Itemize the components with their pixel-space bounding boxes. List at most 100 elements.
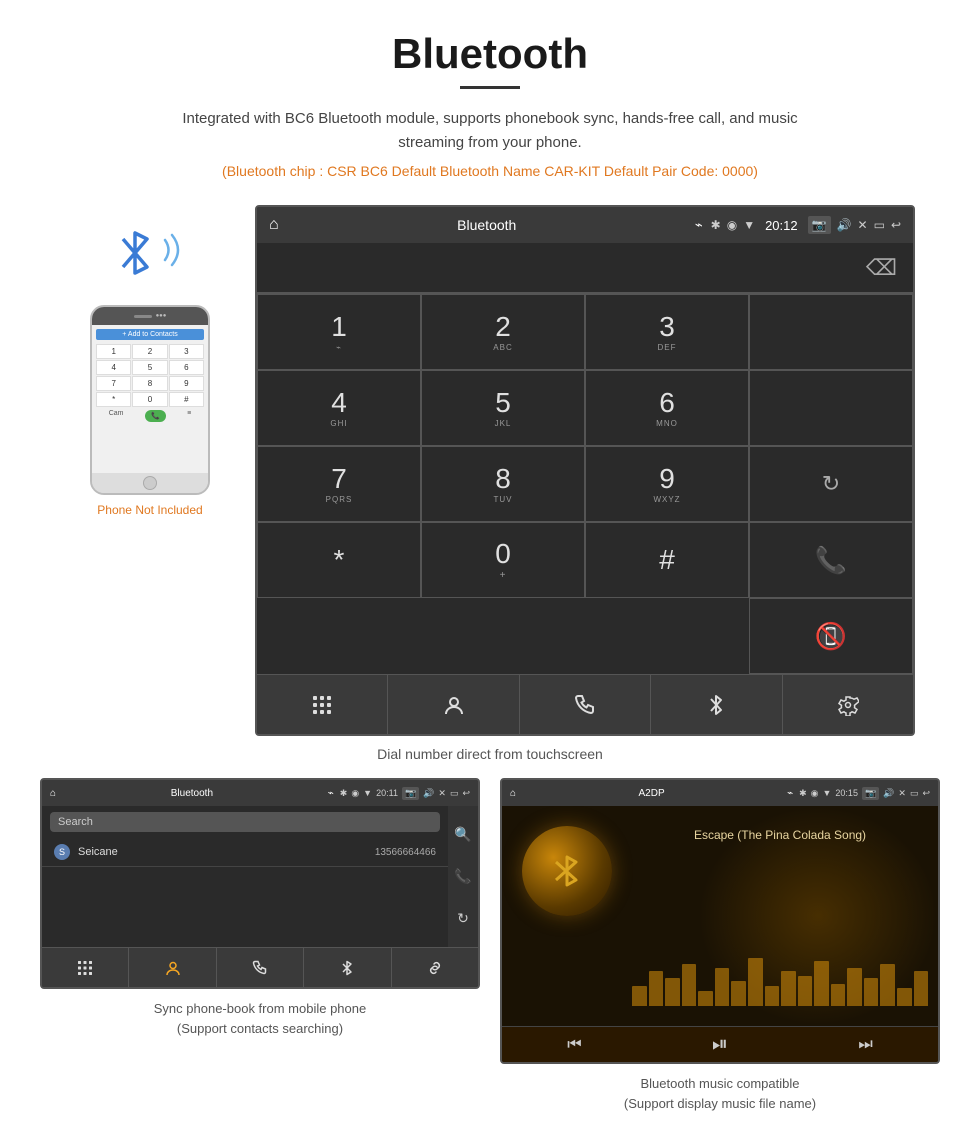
phone-key-8[interactable]: 8: [132, 376, 167, 391]
phone-not-included-label: Phone Not Included: [97, 503, 202, 517]
phone-key-1[interactable]: 1: [96, 344, 131, 359]
dial-key-0[interactable]: 0+: [421, 522, 585, 598]
phone-key-4[interactable]: 4: [96, 360, 131, 375]
phone-key-6[interactable]: 6: [169, 360, 204, 375]
nav-phone-icon[interactable]: [520, 675, 651, 734]
pb-status-bar: ⌂ Bluetooth ⌁ ✱ ◉ ▼ 20:11 📷 🔊 ✕ ▭ ↩: [42, 780, 478, 806]
pb-sync-icon[interactable]: ↻: [457, 910, 469, 927]
subtitle: Integrated with BC6 Bluetooth module, su…: [150, 107, 830, 155]
phone-key-5[interactable]: 5: [132, 360, 167, 375]
phone-menu-btn: ≡: [187, 410, 191, 422]
pb-back-icon[interactable]: ↩: [462, 788, 470, 799]
dial-key-4[interactable]: 4GHI: [257, 370, 421, 446]
dial-key-7[interactable]: 7PQRS: [257, 446, 421, 522]
dial-call-green-btn[interactable]: 📞: [749, 522, 913, 598]
music-next-btn[interactable]: ⏭: [858, 1036, 872, 1054]
music-bar: [665, 978, 680, 1006]
dial-key-8[interactable]: 8TUV: [421, 446, 585, 522]
nav-contacts-icon[interactable]: [388, 675, 519, 734]
nav-settings-icon[interactable]: [783, 675, 913, 734]
dial-grid: 1⌁ 2ABC 3DEF 4GHI 5JKL 6MNO 7PQRS: [257, 293, 913, 674]
music-bar: [814, 961, 829, 1006]
phone-key-2[interactable]: 2: [132, 344, 167, 359]
music-content: Escape (The Pina Colada Song): [502, 806, 938, 1026]
music-screen-icon[interactable]: ▭: [910, 788, 919, 799]
dial-key-5[interactable]: 5JKL: [421, 370, 585, 446]
music-home-icon[interactable]: ⌂: [510, 788, 516, 799]
phone-key-7[interactable]: 7: [96, 376, 131, 391]
pb-screen-icon[interactable]: ▭: [450, 788, 459, 799]
music-bt-icon: ✱: [799, 788, 807, 799]
pb-call-icon[interactable]: 📞: [454, 868, 471, 885]
music-bar: [880, 964, 895, 1006]
pb-camera-icon[interactable]: 📷: [402, 787, 419, 800]
status-time: 20:12: [765, 218, 798, 233]
pb-icon-column: 🔍 📞 ↻: [448, 806, 478, 947]
music-vol-icon[interactable]: 🔊: [883, 788, 894, 799]
music-back-icon[interactable]: ↩: [922, 788, 930, 799]
dial-key-hash[interactable]: #: [585, 522, 749, 598]
pb-nav-bt[interactable]: [304, 948, 391, 987]
pb-nav-dialpad[interactable]: [42, 948, 129, 987]
phone-key-0[interactable]: 0: [132, 392, 167, 407]
phone-section: ●●● + Add to Contacts 1 2 3 4 5 6 7 8 9 …: [65, 225, 235, 517]
volume-icon[interactable]: 🔊: [837, 218, 852, 232]
music-bar: [781, 971, 796, 1006]
phone-key-9[interactable]: 9: [169, 376, 204, 391]
music-camera-icon[interactable]: 📷: [862, 787, 879, 800]
dial-reload-btn[interactable]: ↻: [749, 446, 913, 522]
pb-home-icon[interactable]: ⌂: [50, 788, 56, 799]
pb-search-icon[interactable]: 🔍: [454, 826, 471, 843]
pb-search-placeholder: Search: [58, 816, 93, 828]
camera-icon[interactable]: 📷: [808, 216, 831, 234]
music-prev-btn[interactable]: ⏮: [567, 1036, 581, 1054]
music-signal-icon: ▼: [823, 788, 832, 798]
pb-contact-row[interactable]: S Seicane 13566664466: [42, 838, 448, 867]
music-close-icon[interactable]: ✕: [898, 788, 906, 799]
music-time: 20:15: [835, 788, 858, 798]
dial-caption: Dial number direct from touchscreen: [0, 746, 980, 762]
music-bar: [748, 958, 763, 1006]
pb-app-title: Bluetooth: [62, 788, 322, 799]
back-icon[interactable]: ↩: [891, 218, 901, 232]
phone-bottom-row: Cam 📞 ≡: [96, 407, 204, 425]
pb-nav-contacts[interactable]: [129, 948, 216, 987]
nav-bluetooth-icon[interactable]: [651, 675, 782, 734]
music-bar: [649, 971, 664, 1006]
phone-key-hash[interactable]: #: [169, 392, 204, 407]
dial-key-star[interactable]: *: [257, 522, 421, 598]
screen-icon[interactable]: ▭: [874, 218, 885, 232]
dial-empty-1: [749, 294, 913, 370]
usb-icon: ⌁: [695, 217, 703, 233]
phone-key-star[interactable]: *: [96, 392, 131, 407]
music-bar: [682, 964, 697, 1006]
pb-list-area: Search S Seicane 13566664466: [42, 806, 448, 947]
pb-nav-phone[interactable]: [217, 948, 304, 987]
pb-vol-icon[interactable]: 🔊: [423, 788, 434, 799]
page-title: Bluetooth: [20, 30, 960, 78]
car-dialer-screen: ⌂ Bluetooth ⌁ ✱ ◉ ▼ 20:12 📷 🔊 ✕ ▭ ↩ ⌫: [255, 205, 915, 736]
dial-end-call-btn[interactable]: 📵: [749, 598, 913, 674]
music-bar: [765, 986, 780, 1006]
phone-call-btn[interactable]: 📞: [145, 410, 166, 422]
dial-key-1[interactable]: 1⌁: [257, 294, 421, 370]
backspace-button[interactable]: ⌫: [866, 255, 897, 281]
dial-key-2[interactable]: 2ABC: [421, 294, 585, 370]
pb-search-bar[interactable]: Search: [50, 812, 440, 832]
pb-close-icon[interactable]: ✕: [438, 788, 446, 799]
dial-key-3[interactable]: 3DEF: [585, 294, 749, 370]
phone-key-3[interactable]: 3: [169, 344, 204, 359]
nav-dialpad-icon[interactable]: [257, 675, 388, 734]
music-screen: ⌂ A2DP ⌁ ✱ ◉ ▼ 20:15 📷 🔊 ✕ ▭ ↩: [500, 778, 940, 1064]
close-icon[interactable]: ✕: [858, 218, 868, 232]
panel1-caption: Sync phone-book from mobile phone (Suppo…: [154, 999, 366, 1038]
dial-key-9[interactable]: 9WXYZ: [585, 446, 749, 522]
pb-nav-link[interactable]: [392, 948, 478, 987]
phone-home-button[interactable]: [143, 476, 157, 490]
music-play-pause-btn[interactable]: ⏯: [712, 1033, 728, 1056]
music-bar: [914, 971, 929, 1006]
bottom-panels: ⌂ Bluetooth ⌁ ✱ ◉ ▼ 20:11 📷 🔊 ✕ ▭ ↩: [0, 778, 980, 1133]
home-icon[interactable]: ⌂: [269, 216, 279, 234]
music-bar: [715, 968, 730, 1006]
dial-key-6[interactable]: 6MNO: [585, 370, 749, 446]
